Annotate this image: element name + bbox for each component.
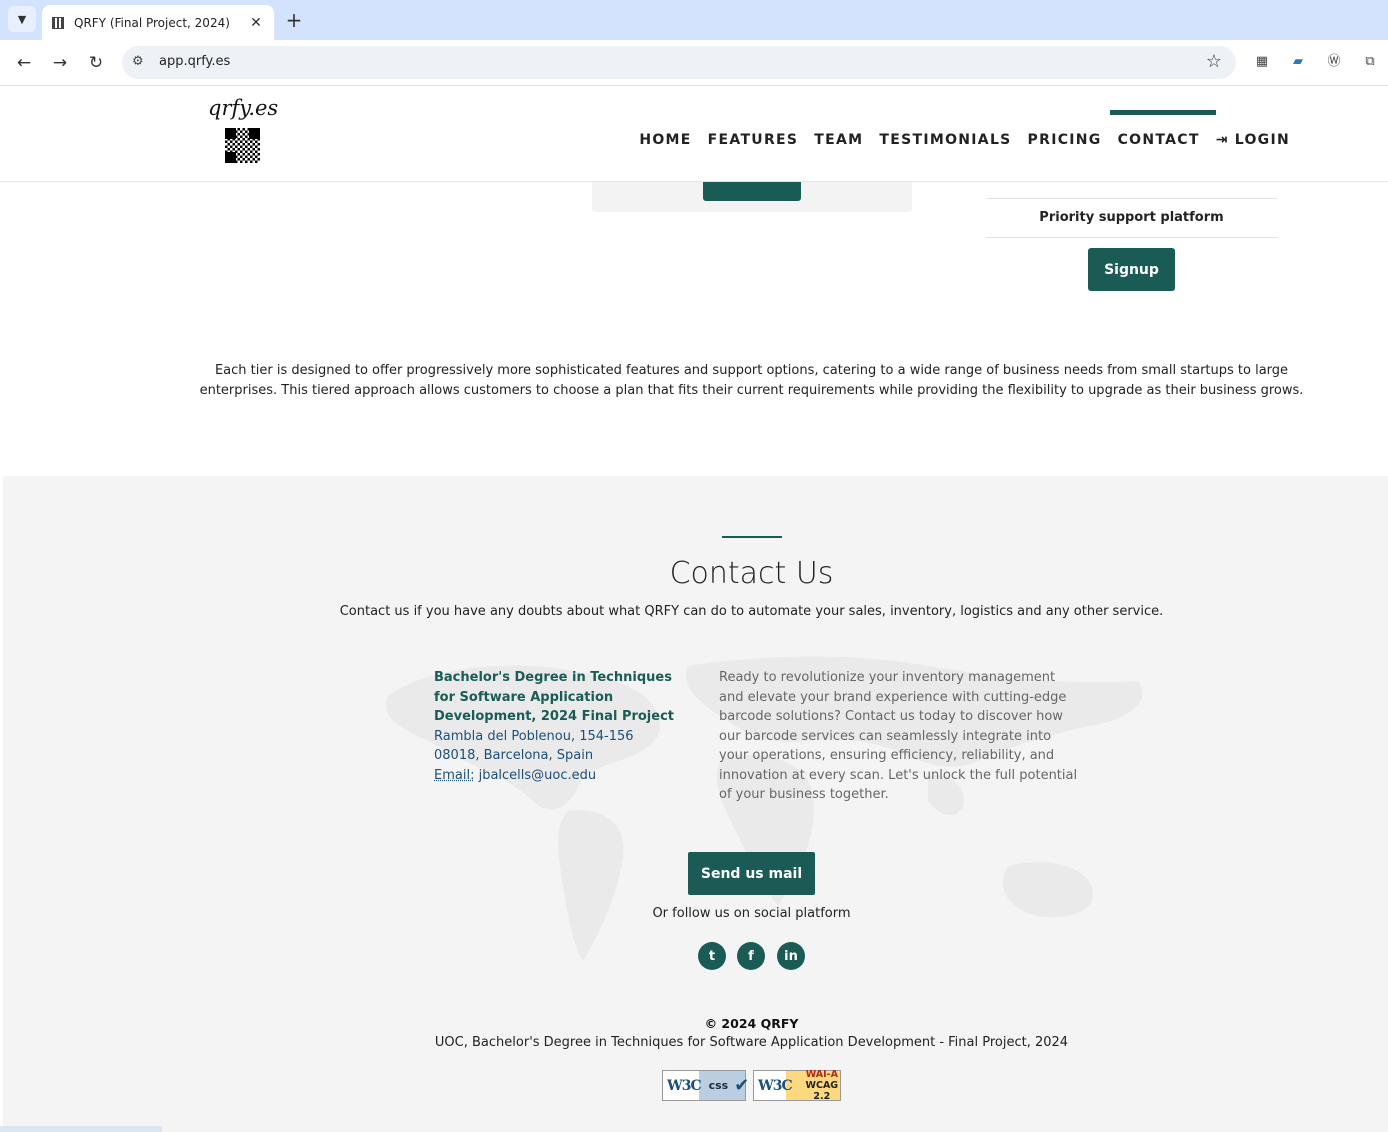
forward-arrow-icon[interactable]: → [49, 52, 71, 74]
w3c-logo: W3C [758, 1077, 793, 1094]
tab-search-button[interactable]: ▼ [8, 6, 36, 32]
nav-contact[interactable]: CONTACT [1109, 110, 1216, 148]
w3c-css-badge[interactable]: W3C css ✔ [662, 1070, 750, 1101]
wcag-label: WAI-A WCAG 2.2 [804, 1069, 840, 1102]
url-text[interactable]: app.qrfy.es [159, 54, 230, 69]
email-row: Email: jbalcells@uoc.edu [434, 766, 684, 786]
address-title: Bachelor's Degree in Techniques for Soft… [434, 670, 675, 724]
download-bar-edge [0, 1126, 162, 1132]
nav-testimonials[interactable]: TESTIMONIALS [871, 132, 1019, 148]
contact-section: Contact Us Contact us if you have any do… [3, 476, 1388, 1132]
wai-a-label: WAI-A [805, 1069, 838, 1080]
new-tab-button[interactable]: + [284, 8, 304, 32]
wcag-version-label: WCAG 2.2 [805, 1080, 839, 1102]
web-page: qrfy.es HOME FEATURES TEAM TESTIMONIALS … [0, 86, 1388, 1132]
wordpress-extension-icon[interactable]: Ⓦ [1325, 53, 1343, 71]
linkedin-icon[interactable]: in [777, 942, 805, 970]
browser-tab-bar: ▼ QRFY (Final Project, 2024) ✕ + [0, 0, 1388, 40]
logo-text[interactable]: qrfy.es [208, 96, 278, 120]
site-header: qrfy.es HOME FEATURES TEAM TESTIMONIALS … [0, 86, 1388, 182]
twitter-icon[interactable]: t [698, 942, 726, 970]
w3c-logo: W3C [667, 1077, 702, 1094]
checkmark-icon: ✔ [734, 1075, 750, 1096]
nav-login[interactable]: ⇥ LOGIN [1208, 132, 1298, 148]
section-rule [722, 536, 782, 538]
close-tab-icon[interactable]: ✕ [248, 15, 264, 31]
qr-extension-icon[interactable]: ▦ [1253, 53, 1271, 71]
extensions-puzzle-icon[interactable]: ⧉ [1361, 53, 1379, 71]
contact-title: Contact Us [669, 556, 834, 591]
nav-login-label: LOGIN [1234, 132, 1290, 148]
nav-home[interactable]: HOME [631, 132, 699, 148]
main-nav: HOME FEATURES TEAM TESTIMONIALS PRICING … [631, 110, 1298, 148]
extension-icon[interactable]: ▰ [1289, 53, 1307, 71]
bookmark-star-icon[interactable]: ☆ [1206, 51, 1222, 72]
contact-address: Bachelor's Degree in Techniques for Soft… [434, 668, 684, 785]
address-line: 08018, Barcelona, Spain [434, 748, 594, 763]
browser-tab[interactable]: QRFY (Final Project, 2024) ✕ [42, 5, 274, 40]
send-mail-button[interactable]: Send us mail [688, 852, 815, 895]
signup-button[interactable]: Signup [1088, 248, 1175, 291]
divider [986, 198, 1277, 199]
back-arrow-icon[interactable]: ← [13, 52, 35, 74]
pricing-description: Each tier is designed to offer progressi… [199, 363, 1304, 398]
follow-text: Or follow us on social platform [652, 906, 851, 921]
site-settings-icon[interactable]: ⚙ [132, 54, 144, 69]
tab-title: QRFY (Final Project, 2024) [74, 15, 230, 30]
facebook-icon[interactable]: f [737, 942, 765, 970]
address-bar[interactable]: ⚙ app.qrfy.es ☆ [122, 46, 1236, 79]
qr-favicon-icon [52, 16, 64, 29]
sign-in-icon: ⇥ [1215, 132, 1229, 148]
nav-team[interactable]: TEAM [806, 132, 871, 148]
logo-qr-icon[interactable] [225, 128, 260, 163]
contact-subtitle: Contact us if you have any doubts about … [339, 604, 1164, 619]
divider [986, 237, 1277, 238]
contact-pitch: Ready to revolutionize your inventory ma… [719, 670, 1078, 802]
footer-text: UOC, Bachelor's Degree in Techniques for… [434, 1035, 1069, 1050]
email-label: Email: [434, 767, 475, 783]
copyright: © 2024 QRFY [704, 1016, 799, 1031]
reload-icon[interactable]: ↻ [85, 52, 107, 74]
address-line: Rambla del Poblenou, 154-156 [434, 728, 634, 744]
css-label: css [708, 1079, 729, 1092]
pricing-feature: Priority support platform [1039, 210, 1224, 225]
nav-pricing[interactable]: PRICING [1020, 132, 1110, 148]
browser-toolbar: ← → ↻ ⚙ app.qrfy.es ☆ ▦ ▰ Ⓦ ⧉ [0, 40, 1388, 86]
nav-features[interactable]: FEATURES [700, 132, 807, 148]
w3c-wcag-badge[interactable]: W3C WAI-A WCAG 2.2 [753, 1069, 841, 1102]
chevron-down-icon: ▼ [17, 12, 27, 26]
email-link[interactable]: jbalcells@uoc.edu [479, 768, 597, 783]
